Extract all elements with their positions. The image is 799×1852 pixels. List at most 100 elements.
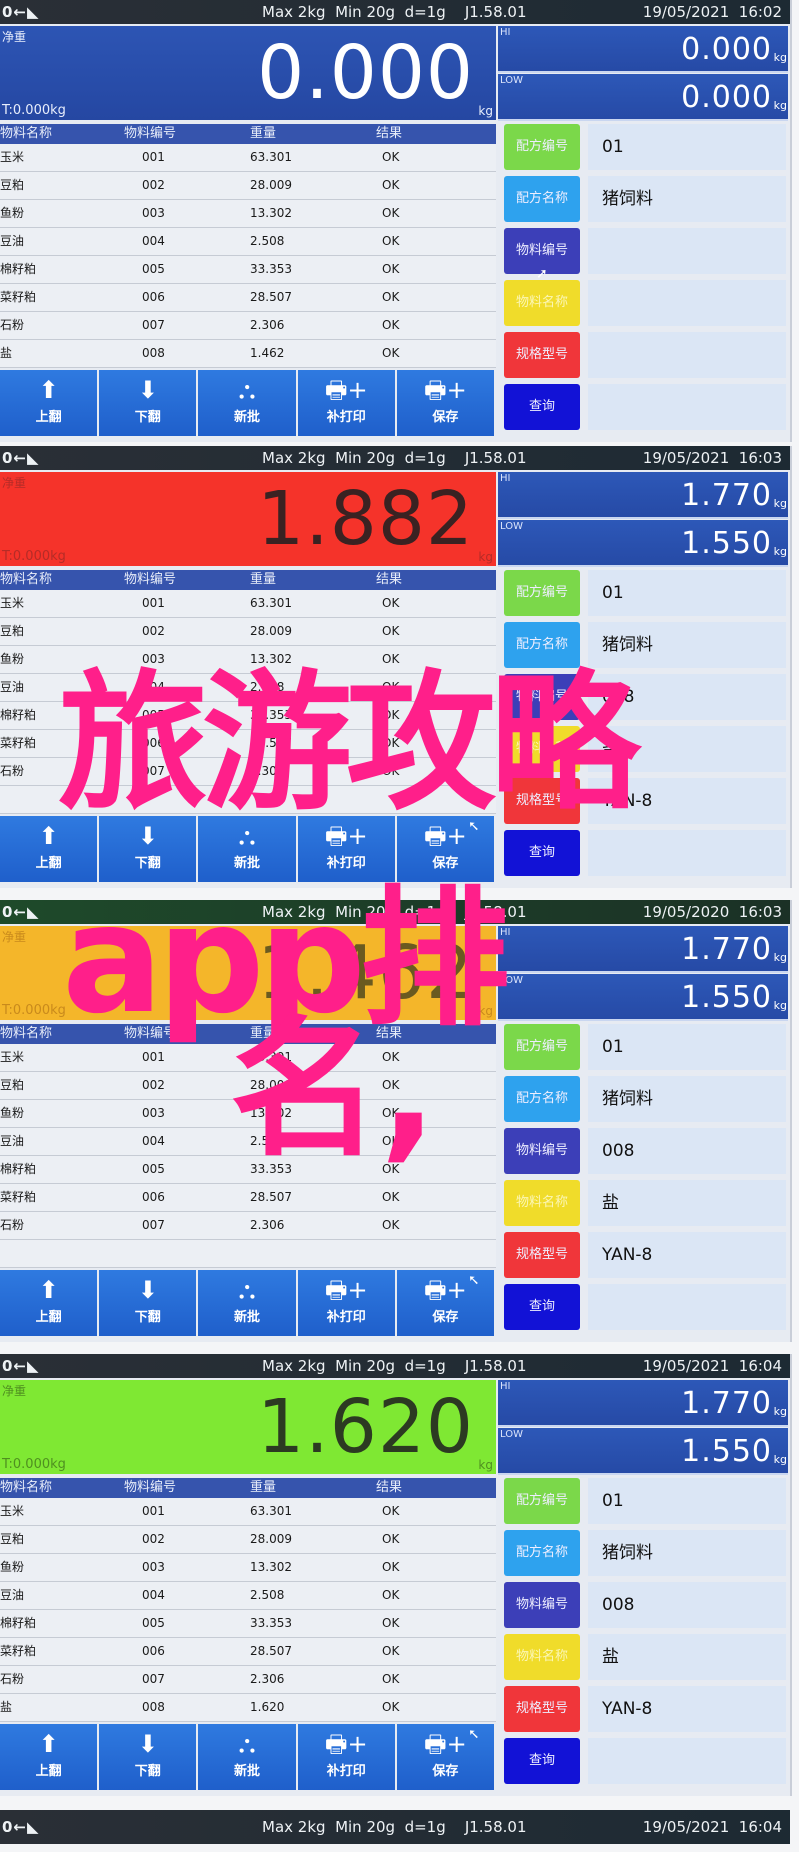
side-button-查询[interactable]: 查询 xyxy=(504,1738,580,1784)
table-cell: 豆油 xyxy=(0,1134,25,1148)
table-row[interactable]: 玉米 001 63.301 OK xyxy=(0,144,496,172)
toolbar-button-补打印[interactable]: 🖶+ 补打印 xyxy=(297,1270,395,1336)
arrow-down-icon: ⬇ xyxy=(137,1730,158,1758)
table-row[interactable]: 石粉 007 2.306 OK xyxy=(0,758,496,786)
info-field-value: 盐 xyxy=(588,726,786,772)
info-field-value: 008 xyxy=(588,1128,786,1174)
side-button-规格型号[interactable]: 规格型号 xyxy=(504,332,580,378)
table-row[interactable]: 豆粕 002 28.009 OK xyxy=(0,172,496,200)
table-row[interactable]: 菜籽粕 006 28.507 OK xyxy=(0,1638,496,1666)
table-row[interactable]: 石粉 007 2.306 OK xyxy=(0,312,496,340)
table-row[interactable]: 豆粕 002 28.009 OK xyxy=(0,1072,496,1100)
side-button-配方名称[interactable]: 配方名称 xyxy=(504,622,580,668)
table-row[interactable]: 鱼粉 003 13.302 OK xyxy=(0,1554,496,1582)
table-row[interactable]: 玉米 001 63.301 OK xyxy=(0,590,496,618)
toolbar-button-新批[interactable]: ⛬ 新批 xyxy=(198,1724,296,1790)
toolbar-button-label: 补打印 xyxy=(326,856,366,871)
batch-stack-icon: ⛬ xyxy=(238,822,256,850)
table-row[interactable]: 玉米 001 63.301 OK xyxy=(0,1044,496,1072)
side-button-配方编号[interactable]: 配方编号 xyxy=(504,570,580,616)
side-button-查询[interactable]: 查询 xyxy=(504,384,580,430)
side-button-配方编号[interactable]: 配方编号 xyxy=(504,1478,580,1524)
toolbar-button-补打印[interactable]: 🖶+ 补打印 xyxy=(297,816,395,882)
weight-unit: kg xyxy=(478,104,493,118)
table-row[interactable]: 菜籽粕 006 28.507 OK xyxy=(0,1184,496,1212)
table-row[interactable]: 玉米 001 63.301 OK xyxy=(0,1498,496,1526)
table-row[interactable]: 豆粕 002 28.009 OK xyxy=(0,618,496,646)
toolbar-button-下翻[interactable]: ⬇ 下翻 xyxy=(99,816,197,882)
low-limit-value: 1.550 xyxy=(681,980,772,1015)
tare-readout: T:0.000kg xyxy=(2,1003,66,1018)
table-row[interactable] xyxy=(0,786,496,814)
side-button-物料名称[interactable]: 物料名称 xyxy=(504,726,580,772)
side-button-规格型号[interactable]: 规格型号 xyxy=(504,778,580,824)
column-header: 物料编号 xyxy=(124,1026,177,1041)
table-cell: 石粉 xyxy=(0,1218,25,1232)
toolbar-button-新批[interactable]: ⛬ 新批 xyxy=(198,816,296,882)
table-row[interactable]: 石粉 007 2.306 OK xyxy=(0,1666,496,1694)
table-row[interactable]: 菜籽粕 006 28.507 OK xyxy=(0,730,496,758)
low-limit-display: LOW 1.550 kg xyxy=(498,1428,788,1475)
side-button-配方编号[interactable]: 配方编号 xyxy=(504,1024,580,1070)
toolbar-button-新批[interactable]: ⛬ 新批 xyxy=(198,1270,296,1336)
toolbar-button-保存[interactable]: 🖶+ 保存 xyxy=(396,370,495,436)
table-cell: 13.302 xyxy=(250,1106,292,1120)
side-button-规格型号[interactable]: 规格型号 xyxy=(504,1686,580,1732)
table-cell: OK xyxy=(382,1700,400,1714)
side-button-物料编号[interactable]: 物料编号 xyxy=(504,1128,580,1174)
toolbar-button-补打印[interactable]: 🖶+ 补打印 xyxy=(297,370,395,436)
side-button-查询[interactable]: 查询 xyxy=(504,1284,580,1330)
table-cell: 菜籽粕 xyxy=(0,290,37,304)
side-button-物料编号[interactable]: 物料编号 xyxy=(504,1582,580,1628)
printer-plus-icon: 🖶+ xyxy=(324,1276,368,1304)
low-limit-label: LOW xyxy=(500,975,523,986)
recipe-info-fields: 01 猪饲料 008 盐 YAN-8 xyxy=(588,570,786,882)
table-row[interactable]: 盐 008 1.462 OK xyxy=(0,340,496,368)
side-button-配方编号[interactable]: 配方编号 xyxy=(504,124,580,170)
table-row[interactable]: 鱼粉 003 13.302 OK xyxy=(0,1100,496,1128)
toolbar-button-上翻[interactable]: ⬆ 上翻 xyxy=(0,1724,98,1790)
side-button-物料名称[interactable]: 物料名称 xyxy=(504,280,580,326)
side-button-配方名称[interactable]: 配方名称 xyxy=(504,1530,580,1576)
toolbar-button-新批[interactable]: ⛬ 新批 xyxy=(198,370,296,436)
table-row[interactable]: 豆粕 002 28.009 OK xyxy=(0,1526,496,1554)
side-button-查询[interactable]: 查询 xyxy=(504,830,580,876)
toolbar-button-上翻[interactable]: ⬆ 上翻 xyxy=(0,370,98,436)
table-row[interactable]: 豆油 004 2.508 OK xyxy=(0,1582,496,1610)
side-button-配方名称[interactable]: 配方名称 xyxy=(504,176,580,222)
table-cell: 007 xyxy=(142,1218,165,1232)
side-button-规格型号[interactable]: 规格型号 xyxy=(504,1232,580,1278)
toolbar-button-上翻[interactable]: ⬆ 上翻 xyxy=(0,816,98,882)
toolbar-button-上翻[interactable]: ⬆ 上翻 xyxy=(0,1270,98,1336)
table-row[interactable]: 石粉 007 2.306 OK xyxy=(0,1212,496,1240)
table-row[interactable]: 盐 008 1.620 OK xyxy=(0,1694,496,1722)
zero-indicator: 0←◣ xyxy=(2,903,40,921)
table-row[interactable]: 棉籽粕 005 33.353 OK xyxy=(0,256,496,284)
side-button-物料名称[interactable]: 物料名称 xyxy=(504,1634,580,1680)
table-row[interactable]: 鱼粉 003 13.302 OK xyxy=(0,646,496,674)
toolbar-button-下翻[interactable]: ⬇ 下翻 xyxy=(99,1270,197,1336)
toolbar-button-下翻[interactable]: ⬇ 下翻 xyxy=(99,370,197,436)
side-button-物料编号[interactable]: 物料编号 xyxy=(504,674,580,720)
table-row[interactable]: 豆油 004 2.508 OK xyxy=(0,228,496,256)
table-cell: 菜籽粕 xyxy=(0,1644,37,1658)
toolbar-button-补打印[interactable]: 🖶+ 补打印 xyxy=(297,1724,395,1790)
table-row[interactable]: 鱼粉 003 13.302 OK xyxy=(0,200,496,228)
side-button-物料名称[interactable]: 物料名称 xyxy=(504,1180,580,1226)
table-row[interactable] xyxy=(0,1240,496,1268)
toolbar-button-label: 新批 xyxy=(234,1764,261,1779)
table-row[interactable]: 豆油 004 2.508 OK xyxy=(0,674,496,702)
table-row[interactable]: 棉籽粕 005 33.353 OK xyxy=(0,702,496,730)
recipe-info-fields: 01 猪饲料 008 盐 YAN-8 xyxy=(588,1478,786,1790)
table-row[interactable]: 棉籽粕 005 33.353 OK xyxy=(0,1156,496,1184)
limit-displays: HI 1.770 kg LOW 1.550 kg xyxy=(498,472,790,567)
table-row[interactable]: 棉籽粕 005 33.353 OK xyxy=(0,1610,496,1638)
table-row[interactable]: 豆油 004 2.508 OK xyxy=(0,1128,496,1156)
toolbar-button-下翻[interactable]: ⬇ 下翻 xyxy=(99,1724,197,1790)
table-cell: OK xyxy=(382,1616,400,1630)
table-row[interactable]: 菜籽粕 006 28.507 OK xyxy=(0,284,496,312)
table-cell: 2.508 xyxy=(250,680,285,694)
side-button-配方名称[interactable]: 配方名称 xyxy=(504,1076,580,1122)
table-cell: 003 xyxy=(142,1560,165,1574)
info-field-value: 01 xyxy=(588,124,786,170)
